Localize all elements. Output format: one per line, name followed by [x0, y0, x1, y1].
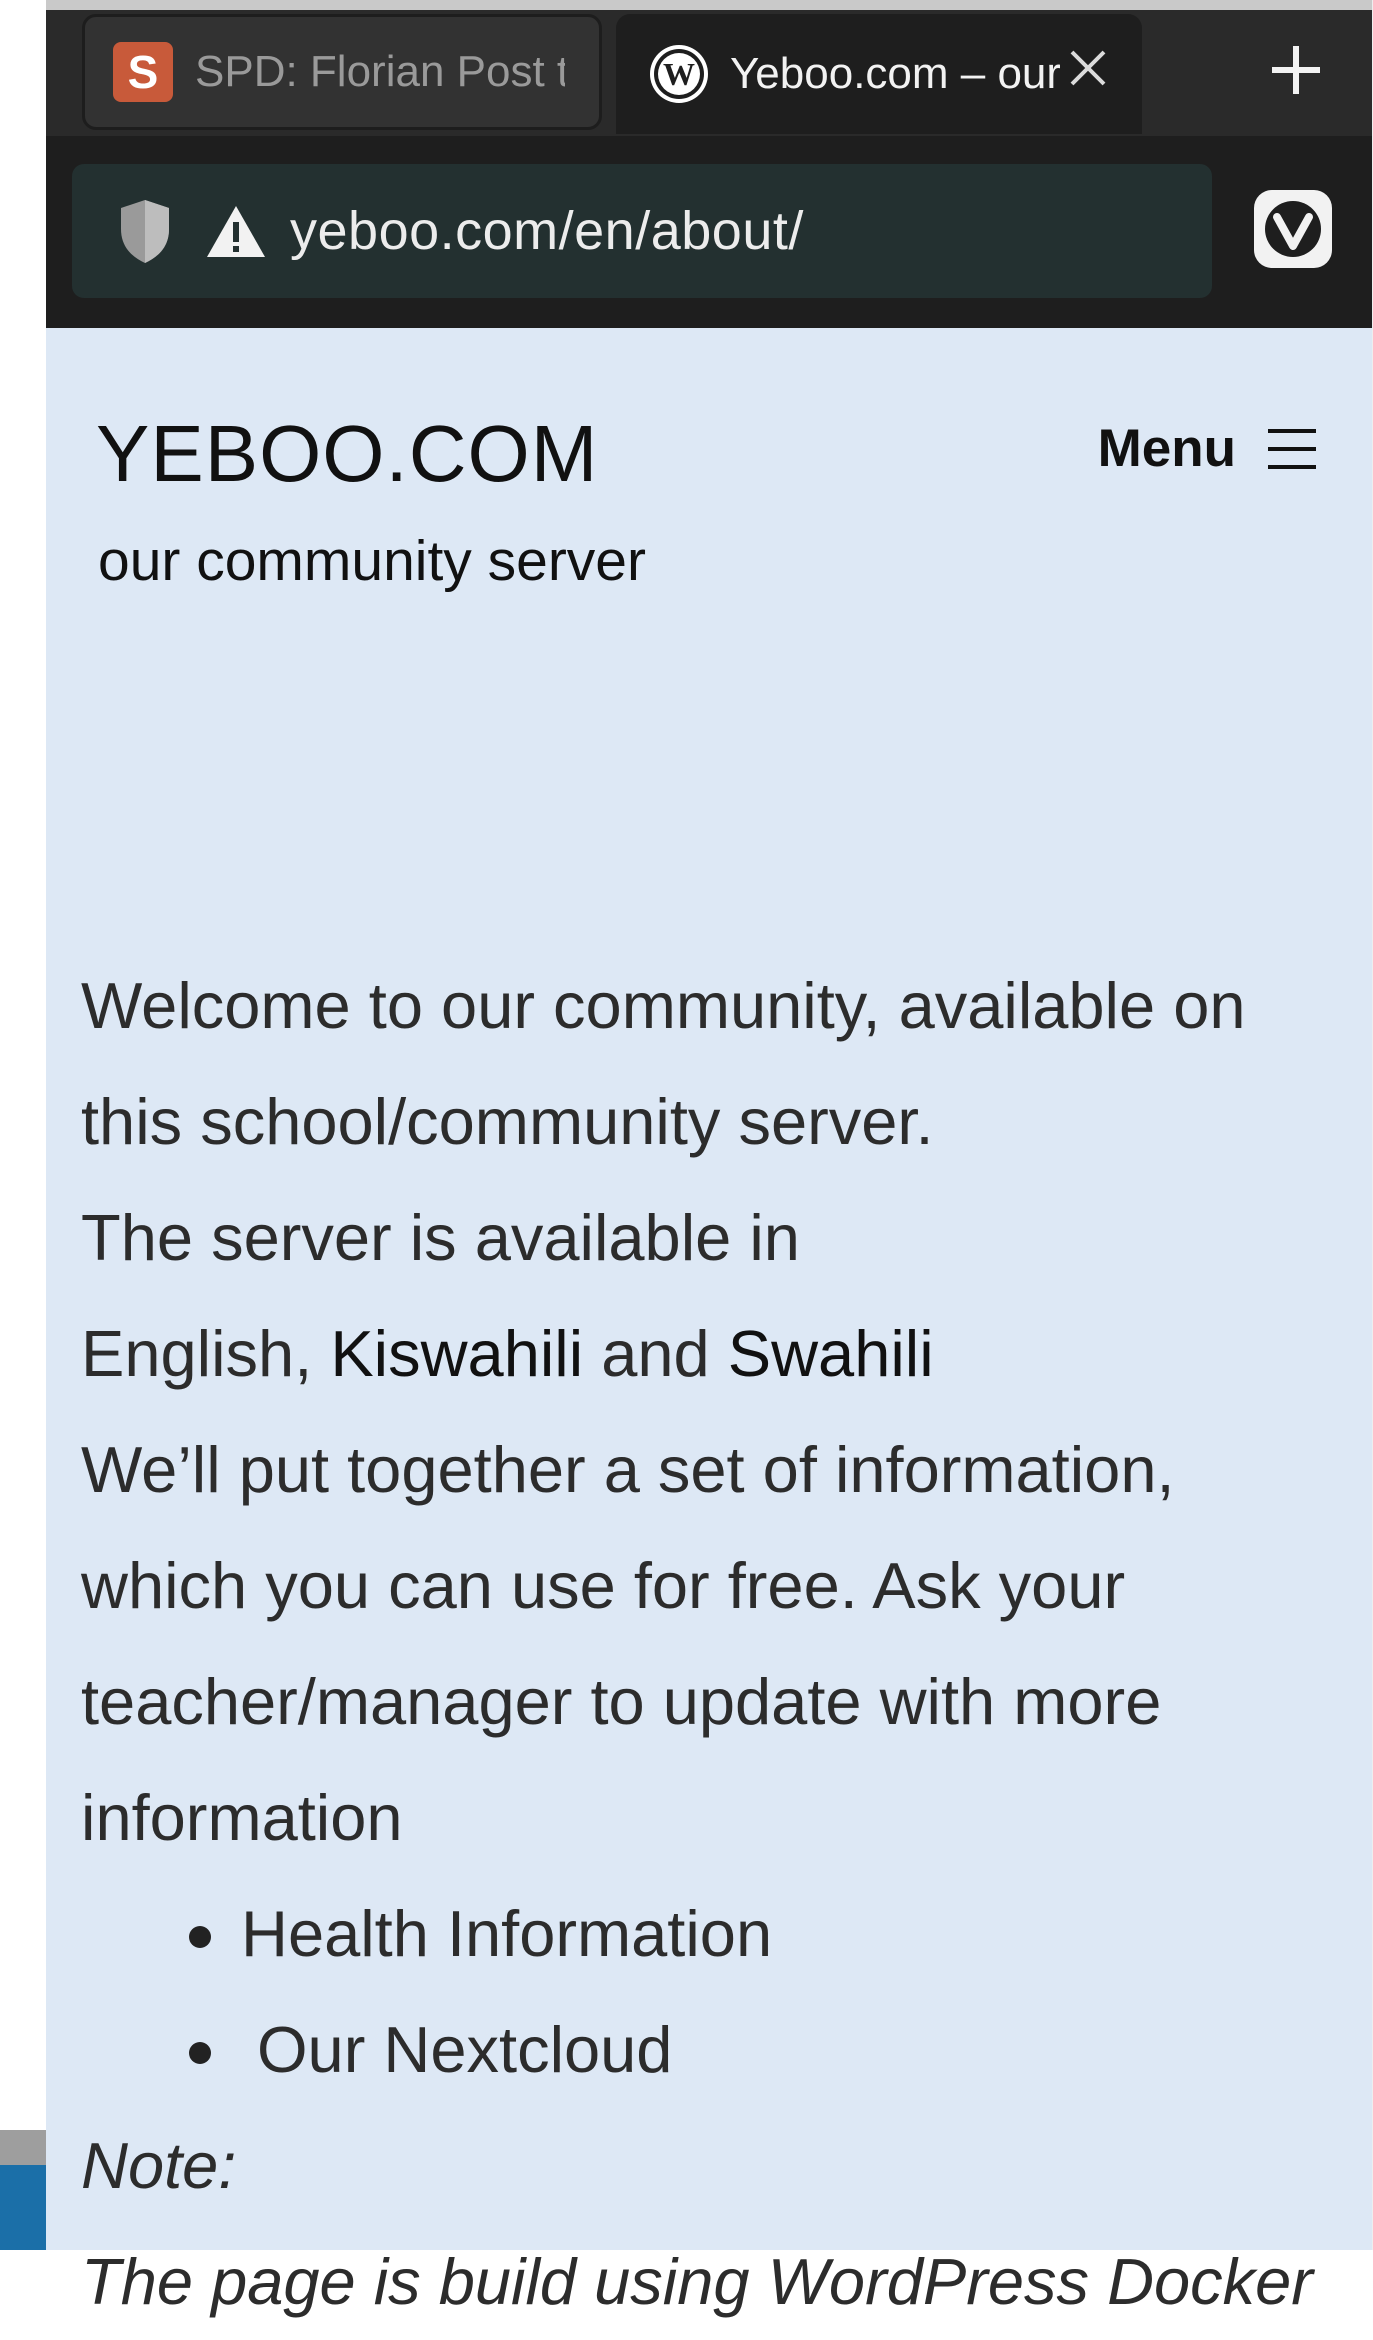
- page-content: YEBOO.COM our community server Menu Welc…: [46, 328, 1372, 2318]
- menu-label: Menu: [1097, 419, 1236, 478]
- paragraph-information: We’ll put together a set of information,…: [81, 1433, 1175, 1854]
- list-item[interactable]: Health Information: [189, 1876, 1341, 1992]
- screen-left-edge: [0, 0, 46, 2250]
- language-swahili-link[interactable]: Swahili: [728, 1317, 934, 1390]
- language-english: English: [81, 1317, 295, 1390]
- close-icon[interactable]: [1064, 44, 1112, 92]
- article-body: Welcome to our community, available on t…: [81, 948, 1341, 2340]
- wordpress-icon: W: [650, 45, 708, 103]
- note-label: Note:: [81, 2129, 237, 2202]
- hamburger-icon: [1268, 428, 1316, 469]
- bullet-icon: [189, 1926, 211, 1948]
- note-text: The page is build using WordPress Docker: [81, 2245, 1313, 2318]
- paragraph-languages: English, Kiswahili and Swahili: [81, 1296, 1341, 1412]
- address-bar[interactable]: yeboo.com/en/about/: [72, 164, 1212, 298]
- tab-spd[interactable]: S SPD: Florian Post tr: [82, 14, 602, 130]
- bullet-icon: [189, 2042, 211, 2064]
- warning-icon: [207, 206, 265, 257]
- status-bar-edge: [46, 0, 1372, 10]
- language-kiswahili-link[interactable]: Kiswahili: [330, 1317, 583, 1390]
- paragraph-languages-intro: The server is available in: [81, 1201, 800, 1274]
- tab-yeboo[interactable]: W Yeboo.com – our: [616, 14, 1142, 134]
- s-logo-icon: S: [113, 42, 173, 102]
- list-item[interactable]: Our Nextcloud: [189, 1992, 1341, 2108]
- info-list: Health Information Our Nextcloud: [81, 1876, 1341, 2108]
- list-item-label: Health Information: [241, 1897, 773, 1970]
- svg-text:W: W: [663, 56, 695, 92]
- menu-button[interactable]: Menu: [1098, 418, 1318, 479]
- screen-edge-artifact: [0, 2130, 46, 2165]
- paragraph-welcome: Welcome to our community, available on t…: [81, 969, 1246, 1158]
- address-bar-row: yeboo.com/en/about/: [46, 136, 1372, 328]
- screen-edge-artifact-blue: [0, 2165, 46, 2250]
- tab-strip: S SPD: Florian Post tr W Yeboo.com – our: [46, 0, 1372, 136]
- url-text: yeboo.com/en/about/: [290, 201, 804, 261]
- browser-window: S SPD: Florian Post tr W Yeboo.com – our: [46, 0, 1372, 2318]
- separator: ,: [294, 1317, 331, 1390]
- list-item-label: Our Nextcloud: [257, 2013, 673, 2086]
- site-tagline: our community server: [98, 529, 646, 593]
- vivaldi-icon[interactable]: [1252, 188, 1334, 270]
- plus-icon[interactable]: [1266, 40, 1326, 100]
- tab-title: Yeboo.com – our: [730, 49, 1060, 98]
- site-title[interactable]: YEBOO.COM: [96, 408, 598, 500]
- shield-icon[interactable]: [116, 197, 174, 265]
- tab-title: SPD: Florian Post tr: [195, 47, 565, 96]
- separator: and: [583, 1317, 728, 1390]
